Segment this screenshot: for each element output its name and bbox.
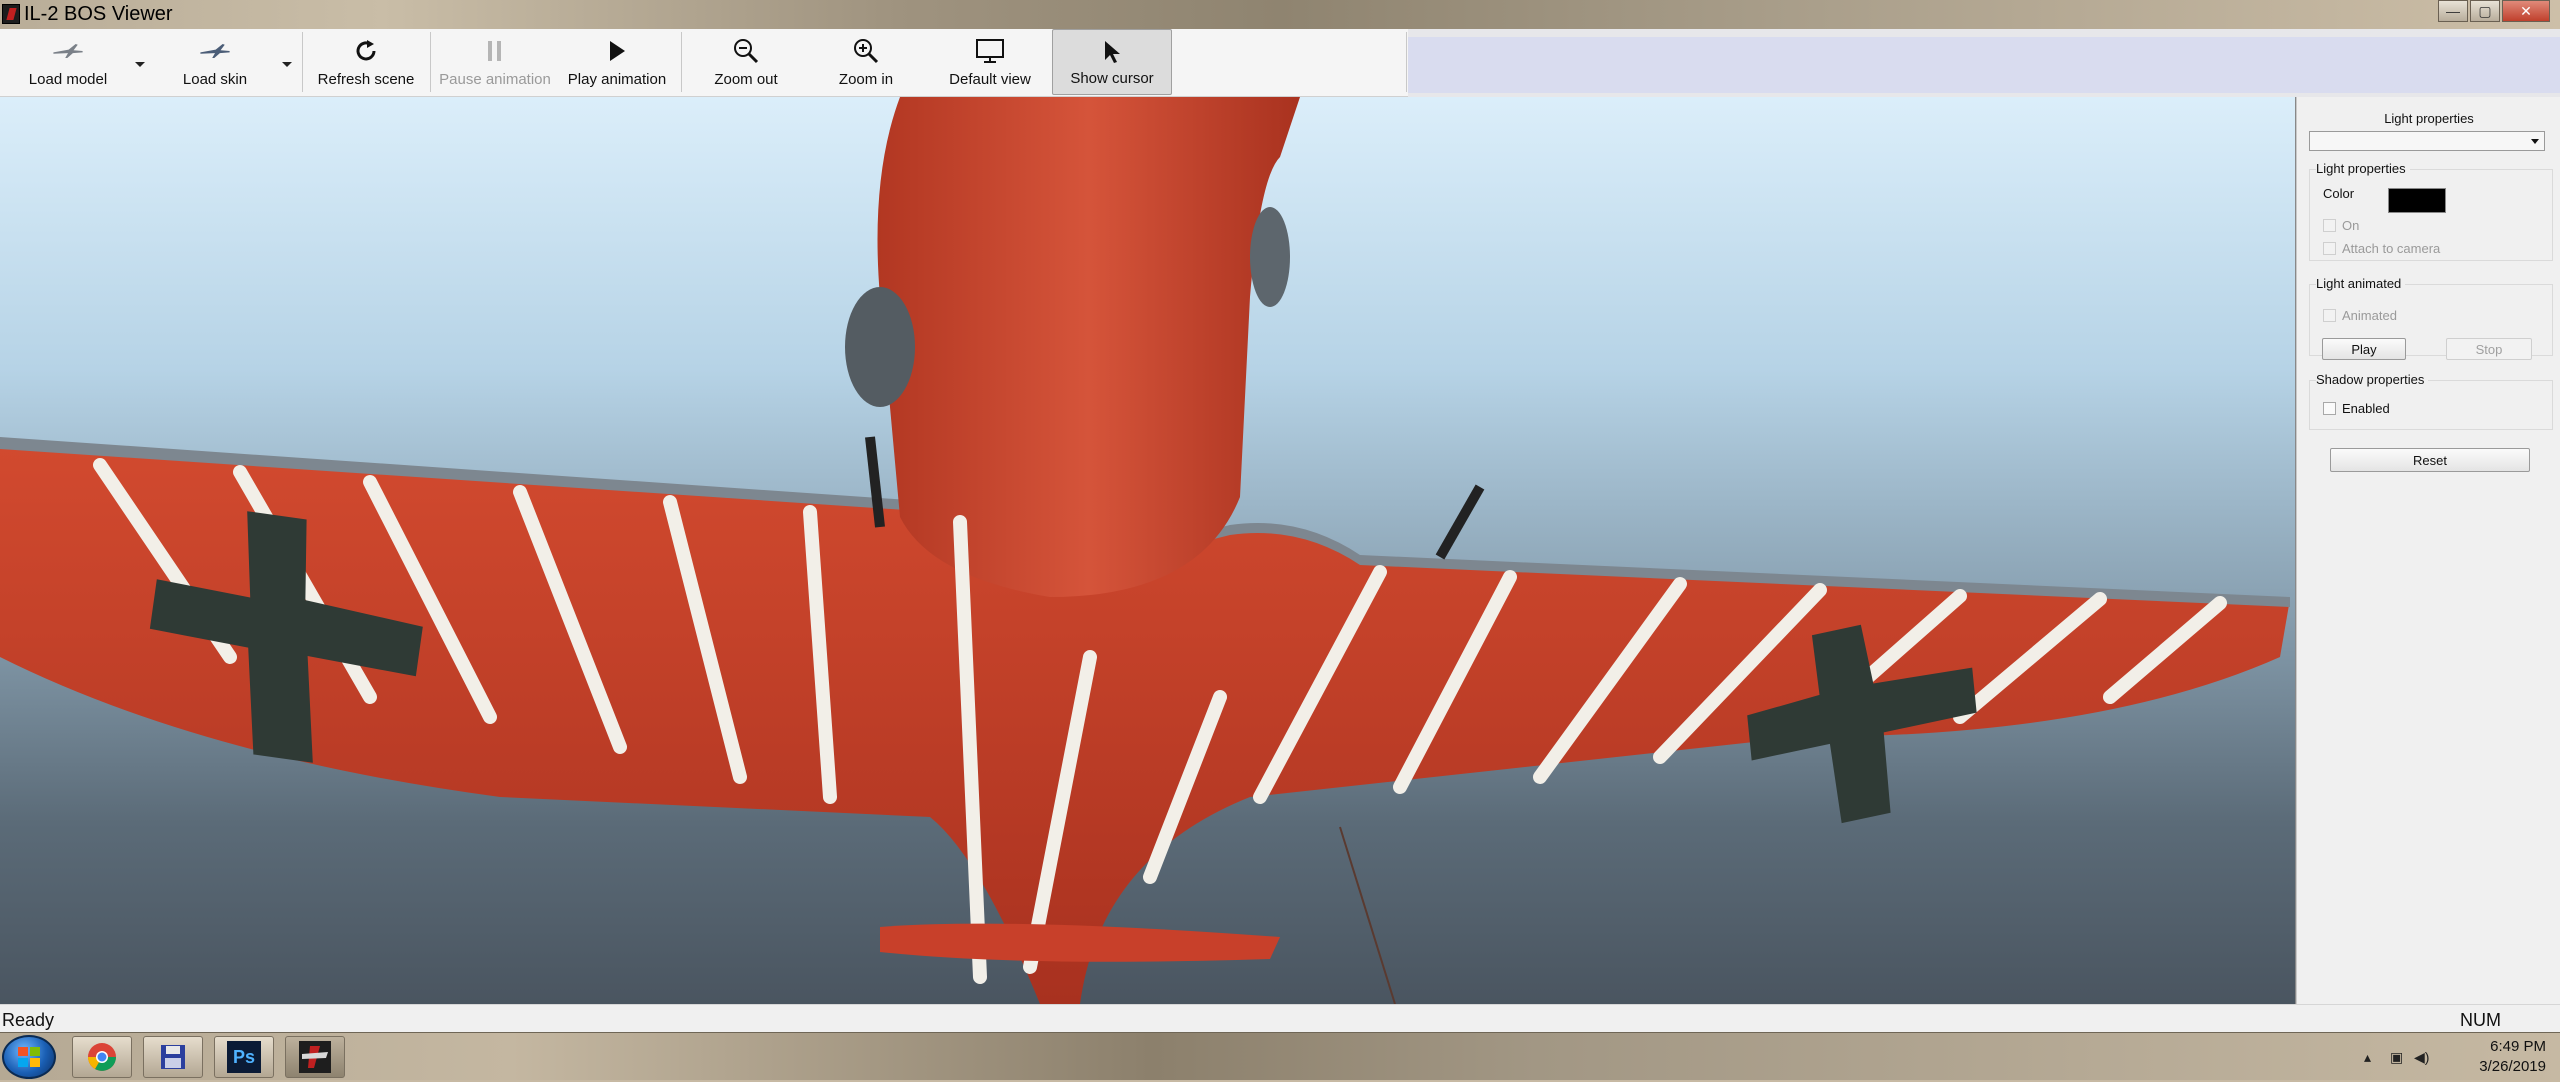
light-properties-panel: Light properties Light properties Color … bbox=[2296, 97, 2560, 1004]
load-skin-dropdown-arrow[interactable] bbox=[280, 57, 294, 71]
toolbar-extension bbox=[1408, 29, 2560, 97]
on-label: On bbox=[2342, 218, 2360, 233]
airplane-icon bbox=[52, 37, 84, 65]
load-model-label: Load model bbox=[28, 71, 108, 88]
photoshop-icon: Ps bbox=[227, 1041, 261, 1073]
clock[interactable]: 6:49 PM 3/26/2019 bbox=[2479, 1037, 2546, 1077]
taskbar-il2-viewer[interactable] bbox=[285, 1036, 345, 1078]
on-checkbox[interactable] bbox=[2323, 219, 2336, 232]
zoom-out-label: Zoom out bbox=[714, 71, 778, 88]
animated-checkbox-row[interactable]: Animated bbox=[2323, 308, 2397, 323]
cursor-arrow-icon bbox=[1096, 38, 1128, 66]
refresh-scene-button[interactable]: Refresh scene bbox=[314, 29, 418, 95]
clock-time: 6:49 PM bbox=[2490, 1038, 2546, 1055]
taskbar-photoshop[interactable]: Ps bbox=[214, 1036, 274, 1078]
toolbar-separator bbox=[302, 32, 303, 92]
zoom-out-icon bbox=[730, 37, 762, 65]
save-disk-icon bbox=[161, 1045, 185, 1069]
toolbar-extension-band bbox=[1408, 37, 2560, 93]
play-light-button[interactable]: Play bbox=[2322, 338, 2406, 360]
color-row: Color bbox=[2323, 186, 2354, 201]
shadow-enabled-row[interactable]: Enabled bbox=[2323, 401, 2390, 416]
load-skin-label: Load skin bbox=[182, 71, 248, 88]
play-animation-label: Play animation bbox=[567, 71, 667, 88]
app-icon bbox=[2, 4, 20, 24]
chrome-icon bbox=[88, 1043, 116, 1071]
play-animation-button[interactable]: Play animation bbox=[560, 29, 674, 95]
network-icon[interactable]: ▣ bbox=[2390, 1049, 2406, 1065]
default-view-label: Default view bbox=[949, 71, 1031, 88]
title-bar: IL-2 BOS Viewer — ▢ ✕ bbox=[0, 0, 2560, 29]
num-lock-indicator: NUM bbox=[2460, 1010, 2501, 1030]
taskbar-chrome[interactable] bbox=[72, 1036, 132, 1078]
monitor-icon bbox=[974, 37, 1006, 65]
pause-animation-button[interactable]: Pause animation bbox=[436, 29, 554, 95]
maximize-button[interactable]: ▢ bbox=[2470, 0, 2500, 22]
clock-date: 3/26/2019 bbox=[2479, 1058, 2546, 1075]
status-bar: Ready NUM bbox=[0, 1004, 2560, 1032]
toolbar-separator bbox=[1406, 32, 1407, 92]
zoom-in-icon bbox=[850, 37, 882, 65]
refresh-scene-label: Refresh scene bbox=[317, 71, 415, 88]
toolbar-separator bbox=[681, 32, 682, 92]
refresh-icon bbox=[350, 37, 382, 65]
attach-camera-checkbox-row[interactable]: Attach to camera bbox=[2323, 241, 2440, 256]
toolbar-separator bbox=[430, 32, 431, 92]
load-model-button[interactable]: Load model bbox=[14, 29, 122, 95]
stop-light-button[interactable]: Stop bbox=[2446, 338, 2532, 360]
shadow-enabled-checkbox[interactable] bbox=[2323, 402, 2336, 415]
default-view-button[interactable]: Default view bbox=[938, 29, 1042, 95]
panel-title: Light properties bbox=[2384, 111, 2474, 126]
status-text: Ready bbox=[2, 1010, 55, 1030]
animated-label: Animated bbox=[2342, 308, 2397, 323]
minimize-button[interactable]: — bbox=[2438, 0, 2468, 22]
window-controls: — ▢ ✕ bbox=[2438, 0, 2550, 22]
show-cursor-button[interactable]: Show cursor bbox=[1052, 29, 1172, 95]
taskbar: Ps ▴ ▣ ◀) 6:49 PM 3/26/2019 bbox=[0, 1032, 2560, 1080]
attach-camera-label: Attach to camera bbox=[2342, 241, 2441, 256]
3d-viewport[interactable] bbox=[0, 97, 2296, 1004]
window-title: IL-2 BOS Viewer bbox=[24, 3, 173, 25]
show-hidden-icons-icon[interactable]: ▴ bbox=[2364, 1049, 2380, 1065]
pause-icon bbox=[479, 37, 511, 65]
il2-viewer-icon bbox=[299, 1041, 331, 1073]
windows-logo-icon bbox=[18, 1047, 40, 1067]
aircraft-render bbox=[0, 97, 2290, 1004]
airplane-icon bbox=[199, 37, 231, 65]
light-properties-group-label: Light properties bbox=[2316, 161, 2410, 176]
shadow-enabled-label: Enabled bbox=[2342, 401, 2390, 416]
color-label: Color bbox=[2323, 186, 2355, 201]
system-tray: ▴ ▣ ◀) 6:49 PM 3/26/2019 bbox=[2360, 1033, 2560, 1081]
play-icon bbox=[601, 37, 633, 65]
show-cursor-label: Show cursor bbox=[1070, 70, 1154, 87]
close-button[interactable]: ✕ bbox=[2502, 0, 2550, 22]
zoom-out-button[interactable]: Zoom out bbox=[696, 29, 796, 95]
start-button[interactable] bbox=[2, 1035, 56, 1079]
volume-icon[interactable]: ◀) bbox=[2414, 1049, 2430, 1065]
animated-checkbox[interactable] bbox=[2323, 309, 2336, 322]
on-checkbox-row[interactable]: On bbox=[2323, 218, 2359, 233]
zoom-in-button[interactable]: Zoom in bbox=[818, 29, 914, 95]
shadow-properties-group-label: Shadow properties bbox=[2316, 372, 2429, 387]
light-animated-group-label: Light animated bbox=[2316, 276, 2406, 291]
attach-camera-checkbox[interactable] bbox=[2323, 242, 2336, 255]
app-window: IL-2 BOS Viewer — ▢ ✕ Load model Load sk… bbox=[0, 0, 2560, 1080]
reset-button[interactable]: Reset bbox=[2330, 448, 2530, 472]
zoom-in-label: Zoom in bbox=[838, 71, 894, 88]
pause-animation-label: Pause animation bbox=[439, 71, 551, 88]
toolbar: Load model Load skin Refresh scene Pause… bbox=[0, 29, 1408, 97]
taskbar-save-app[interactable] bbox=[143, 1036, 203, 1078]
light-selector-dropdown[interactable] bbox=[2309, 131, 2545, 151]
light-color-swatch[interactable] bbox=[2388, 188, 2446, 213]
load-model-dropdown-arrow[interactable] bbox=[133, 57, 147, 71]
load-skin-button[interactable]: Load skin bbox=[164, 29, 266, 95]
